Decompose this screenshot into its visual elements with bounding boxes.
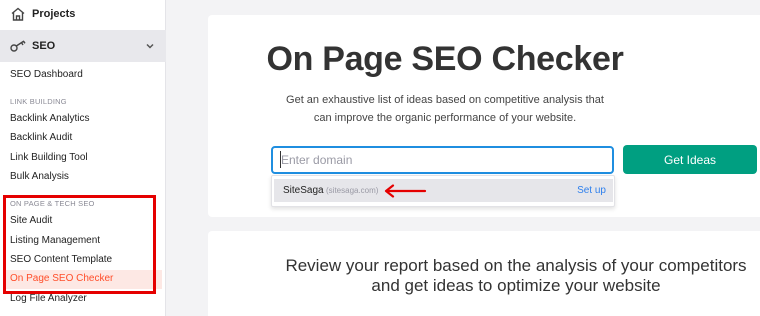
suggestion-domain: (sitesaga.com): [326, 186, 379, 195]
sidebar-item-backlink-analytics[interactable]: Backlink Analytics: [10, 113, 89, 124]
report-heading: Review your report based on the analysis…: [285, 256, 747, 295]
chevron-down-icon[interactable]: [144, 40, 156, 52]
sidebar-item-label: Projects: [32, 8, 76, 20]
sidebar-section-seo[interactable]: SEO: [0, 30, 166, 62]
page-subtitle: Get an exhaustive list of ideas based on…: [286, 94, 604, 124]
domain-suggestion-dropdown: SiteSaga (sitesaga.com) Set up: [271, 175, 615, 207]
annotation-highlight-box: [3, 195, 156, 294]
suggestion-item[interactable]: SiteSaga (sitesaga.com) Set up: [274, 179, 613, 202]
home-icon: [9, 5, 27, 23]
sidebar-item-bulk-analysis[interactable]: Bulk Analysis: [10, 171, 69, 182]
sidebar-item-log-file-analyzer[interactable]: Log File Analyzer: [10, 293, 87, 304]
sidebar-section-label: SEO: [32, 40, 56, 52]
domain-input[interactable]: [271, 146, 614, 174]
sidebar-section-link-building: LINK BUILDING: [10, 97, 67, 106]
sidebar-item-seo-dashboard[interactable]: SEO Dashboard: [10, 69, 83, 80]
page-title: On Page SEO Checker: [266, 40, 624, 78]
sidebar-item-projects[interactable]: Projects: [0, 0, 166, 28]
sidebar: Projects SEO SEO Dashboard LINK BUILDING…: [0, 0, 166, 316]
sidebar-item-link-building-tool[interactable]: Link Building Tool: [10, 152, 88, 163]
arrow-left-icon: [384, 184, 427, 198]
text-cursor: [280, 151, 281, 168]
key-icon: [9, 37, 27, 55]
suggestion-name: SiteSaga: [283, 185, 324, 196]
setup-link[interactable]: Set up: [577, 185, 606, 196]
sidebar-item-backlink-audit[interactable]: Backlink Audit: [10, 132, 72, 143]
get-ideas-button[interactable]: Get Ideas: [623, 145, 757, 174]
